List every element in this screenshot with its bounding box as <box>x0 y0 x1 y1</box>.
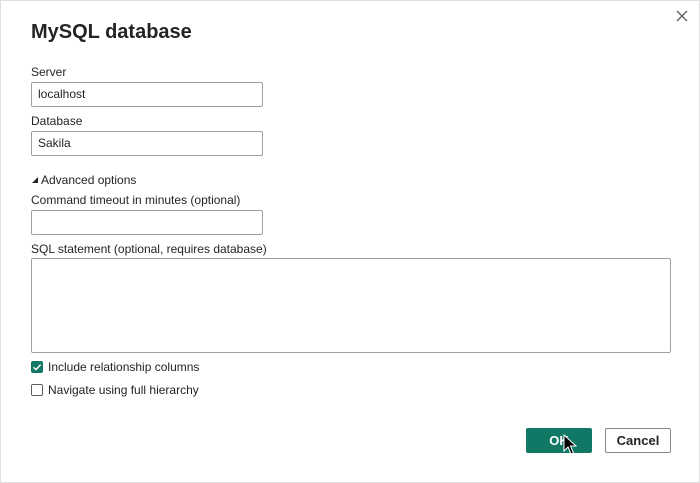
command-timeout-label: Command timeout in minutes (optional) <box>31 193 241 207</box>
include-relationship-columns-option[interactable]: Include relationship columns <box>31 360 199 374</box>
include-relationship-columns-label: Include relationship columns <box>48 360 200 374</box>
sql-statement-input[interactable] <box>31 258 671 353</box>
ok-button[interactable]: OK <box>526 428 592 453</box>
navigate-full-hierarchy-option[interactable]: Navigate using full hierarchy <box>31 383 199 397</box>
close-icon <box>676 10 688 22</box>
cancel-button[interactable]: Cancel <box>605 428 671 453</box>
sql-statement-label: SQL statement (optional, requires databa… <box>31 242 267 256</box>
command-timeout-input[interactable] <box>31 210 263 235</box>
navigate-full-hierarchy-checkbox[interactable] <box>31 384 43 396</box>
dialog-title: MySQL database <box>31 21 192 43</box>
triangle-expanded-icon <box>32 177 38 183</box>
advanced-options-label: Advanced options <box>41 173 137 187</box>
checkmark-icon <box>33 364 42 371</box>
database-label: Database <box>31 114 83 128</box>
include-relationship-columns-checkbox[interactable] <box>31 361 43 373</box>
database-input[interactable]: Sakila <box>31 131 263 156</box>
navigate-full-hierarchy-label: Navigate using full hierarchy <box>48 383 199 397</box>
server-input[interactable]: localhost <box>31 82 263 107</box>
advanced-options-toggle[interactable]: Advanced options <box>31 173 136 187</box>
mysql-database-dialog: MySQL database Server localhost Database… <box>0 0 700 483</box>
server-label: Server <box>31 65 67 79</box>
close-button[interactable] <box>673 7 691 25</box>
